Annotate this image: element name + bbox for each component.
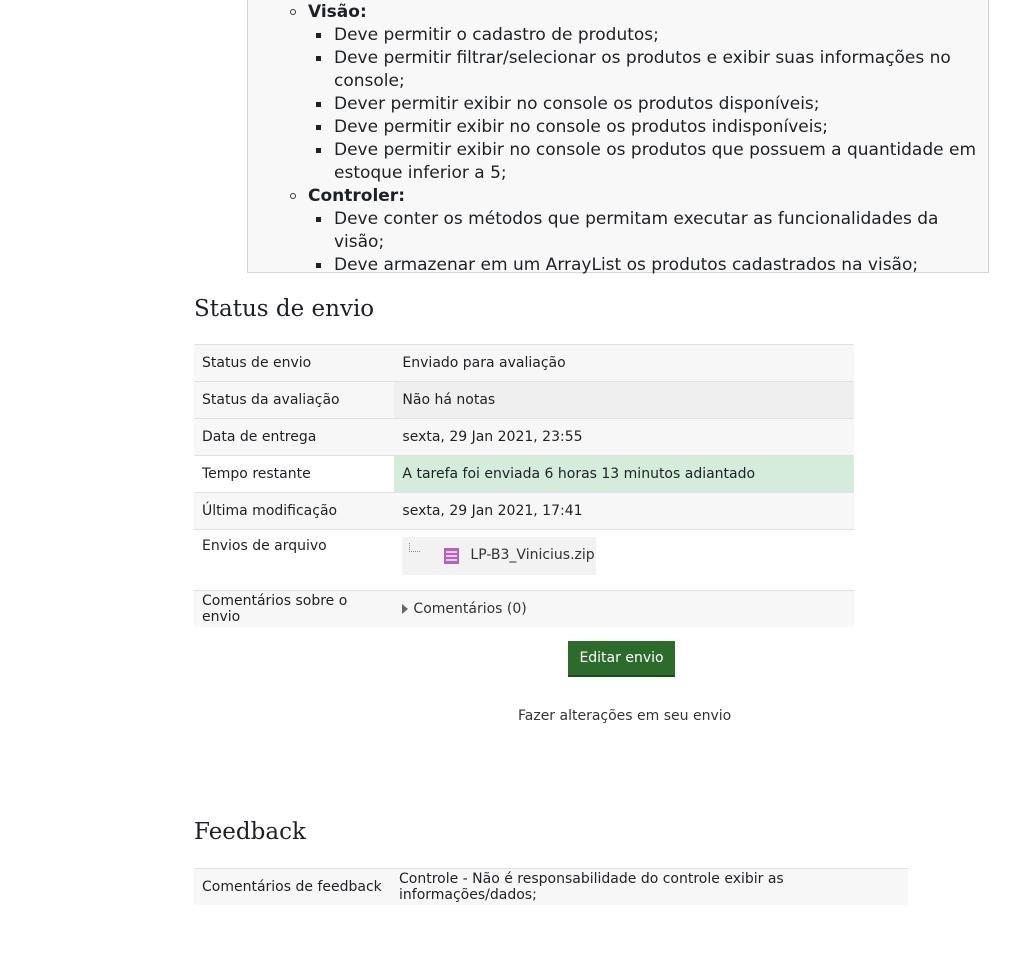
list-item: Dever permitir exibir no console os prod… bbox=[316, 93, 982, 116]
square-bullet-icon bbox=[316, 56, 321, 61]
feedback-heading: Feedback bbox=[194, 819, 306, 845]
edit-submission-help: Fazer alterações em seu envio bbox=[518, 708, 732, 724]
row-label: Status de envio bbox=[194, 344, 395, 382]
description-group-controler: Controler: Deve conter os métodos que pe… bbox=[290, 185, 982, 277]
submission-status-heading: Status de envio bbox=[194, 296, 375, 322]
table-row: Envios de arquivo LP-B3_Vinicius.zip bbox=[194, 529, 854, 591]
row-label: Comentários de feedback bbox=[194, 868, 391, 905]
row-label: Status da avaliação bbox=[194, 381, 395, 419]
submitted-file-link[interactable]: LP-B3_Vinicius.zip bbox=[470, 547, 594, 563]
group-title-visao: Visão: bbox=[308, 2, 367, 22]
table-row: Data de entrega sexta, 29 Jan 2021, 23:5… bbox=[194, 418, 854, 456]
row-label: Envios de arquivo bbox=[194, 529, 395, 591]
row-label: Tempo restante bbox=[194, 455, 395, 493]
file-tree: LP-B3_Vinicius.zip bbox=[402, 537, 597, 575]
table-row: Última modificação sexta, 29 Jan 2021, 1… bbox=[194, 492, 854, 530]
description-group-visao: Visão: Deve permitir o cadastro de produ… bbox=[290, 1, 982, 185]
triangle-right-icon[interactable] bbox=[402, 604, 409, 614]
circle-bullet-icon bbox=[290, 193, 296, 199]
square-bullet-icon bbox=[316, 217, 321, 222]
list-item: Deve permitir exibir no console os produ… bbox=[316, 139, 982, 185]
feedback-comment-value: Controle - Não é responsabilidade do con… bbox=[391, 868, 908, 905]
assignment-description: Visão: Deve permitir o cadastro de produ… bbox=[247, 0, 989, 275]
zip-file-icon bbox=[444, 548, 460, 564]
table-row: Status de envio Enviado para avaliação bbox=[194, 344, 854, 382]
circle-bullet-icon bbox=[290, 9, 296, 15]
row-value: Não há notas bbox=[394, 381, 854, 419]
row-value: sexta, 29 Jan 2021, 17:41 bbox=[394, 492, 854, 530]
table-row: Tempo restante A tarefa foi enviada 6 ho… bbox=[194, 455, 854, 493]
row-label: Data de entrega bbox=[194, 418, 395, 456]
tree-connector bbox=[409, 543, 421, 552]
edit-submission-button[interactable]: Editar envio bbox=[568, 641, 675, 677]
list-item: Deve armazenar em um ArrayList os produt… bbox=[316, 254, 982, 277]
description-list: Visão: Deve permitir o cadastro de produ… bbox=[290, 1, 982, 277]
comments-toggle-link[interactable]: Comentários (0) bbox=[413, 601, 526, 617]
row-label: Última modificação bbox=[194, 492, 395, 530]
square-bullet-icon bbox=[316, 148, 321, 153]
square-bullet-icon bbox=[316, 102, 321, 107]
table-row: Comentários sobre o envio Comentários (0… bbox=[194, 590, 854, 627]
list-item: Deve permitir exibir no console os produ… bbox=[316, 116, 982, 139]
square-bullet-icon bbox=[316, 125, 321, 130]
list-item: Deve conter os métodos que permitam exec… bbox=[316, 208, 982, 254]
submission-status-table: Status de envio Enviado para avaliação S… bbox=[194, 344, 854, 627]
feedback-table: Comentários de feedback Controle - Não é… bbox=[194, 868, 908, 905]
row-value: Enviado para avaliação bbox=[394, 344, 854, 382]
square-bullet-icon bbox=[316, 263, 321, 268]
table-row: Comentários de feedback Controle - Não é… bbox=[194, 868, 908, 905]
list-item: Deve permitir filtrar/selecionar os prod… bbox=[316, 47, 982, 93]
time-remaining-value: A tarefa foi enviada 6 horas 13 minutos … bbox=[394, 455, 854, 493]
row-label: Comentários sobre o envio bbox=[194, 590, 395, 627]
list-item: Deve permitir o cadastro de produtos; bbox=[316, 24, 982, 47]
group-title-controler: Controler: bbox=[308, 186, 405, 206]
square-bullet-icon bbox=[316, 33, 321, 38]
row-value: sexta, 29 Jan 2021, 23:55 bbox=[394, 418, 854, 456]
table-row: Status da avaliação Não há notas bbox=[194, 381, 854, 419]
